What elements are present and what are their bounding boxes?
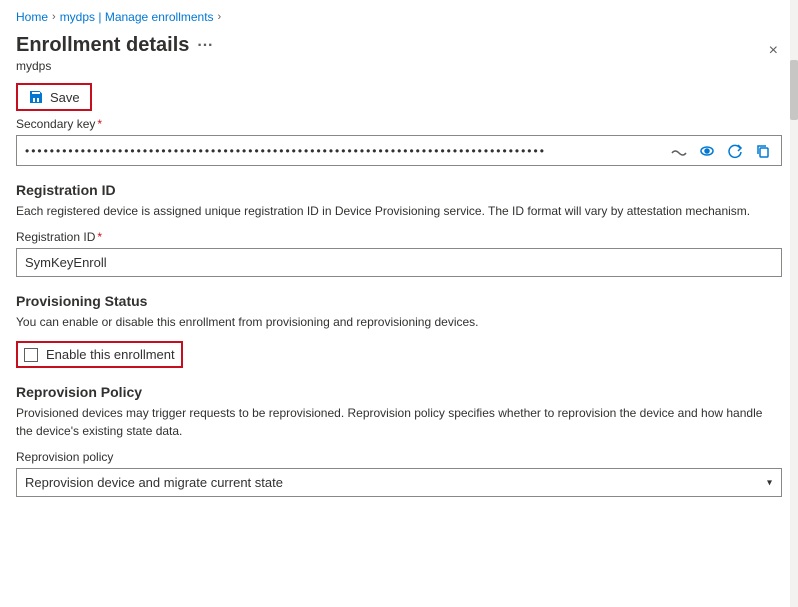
enable-enrollment-checkbox[interactable]	[24, 348, 38, 362]
reprovision-policy-field-group: Reprovision policy Reprovision device an…	[16, 450, 782, 497]
enrollment-details-panel: Home › mydps | Manage enrollments › Enro…	[0, 0, 798, 607]
save-button[interactable]: Save	[16, 83, 92, 111]
field-icons	[669, 140, 773, 161]
provisioning-status-desc: You can enable or disable this enrollmen…	[16, 313, 782, 331]
more-options-icon[interactable]: ···	[197, 37, 213, 55]
reprovision-policy-label: Reprovision policy	[16, 450, 782, 464]
reprovision-policy-section: Reprovision Policy Provisioned devices m…	[16, 384, 782, 497]
reprovision-policy-select[interactable]: Reprovision device and migrate current s…	[16, 468, 782, 497]
content-area: Secondary key* •••••••••••••••••••••••••…	[0, 117, 798, 607]
breadcrumb-home[interactable]: Home	[16, 10, 48, 24]
registration-id-label-text: Registration ID	[16, 230, 95, 244]
secondary-key-value: ••••••••••••••••••••••••••••••••••••••••…	[25, 144, 661, 158]
copy-button[interactable]	[753, 140, 773, 161]
page-subtitle: mydps	[16, 59, 213, 73]
signal-icon-button[interactable]	[669, 140, 689, 161]
page-title-text: Enrollment details	[16, 34, 189, 57]
registration-id-label: Registration ID*	[16, 230, 782, 244]
breadcrumb-section[interactable]: mydps | Manage enrollments	[60, 10, 214, 24]
refresh-button[interactable]	[725, 140, 745, 161]
breadcrumb: Home › mydps | Manage enrollments ›	[0, 0, 798, 30]
signal-icon	[671, 143, 687, 159]
registration-id-section: Registration ID Each registered device i…	[16, 182, 782, 277]
page-title: Enrollment details ···	[16, 34, 213, 57]
save-icon	[28, 89, 44, 105]
scrollbar-track	[790, 0, 798, 607]
reprovision-policy-title: Reprovision Policy	[16, 384, 782, 400]
eye-icon	[699, 143, 715, 159]
reprovision-policy-desc: Provisioned devices may trigger requests…	[16, 404, 782, 440]
registration-id-field-group: Registration ID*	[16, 230, 782, 277]
refresh-icon	[727, 143, 743, 159]
page-header: Enrollment details ··· mydps ×	[0, 30, 798, 77]
registration-id-desc: Each registered device is assigned uniqu…	[16, 202, 782, 220]
secondary-key-group: Secondary key* •••••••••••••••••••••••••…	[16, 117, 782, 166]
scrollbar-thumb	[790, 60, 798, 120]
save-label: Save	[50, 90, 80, 105]
toolbar: Save	[0, 77, 798, 117]
enable-enrollment-group: Enable this enrollment	[16, 341, 782, 368]
show-hide-button[interactable]	[697, 140, 717, 161]
secondary-key-required: *	[97, 117, 102, 131]
registration-id-input[interactable]	[16, 248, 782, 277]
breadcrumb-sep-2: ›	[218, 11, 222, 23]
registration-id-title: Registration ID	[16, 182, 782, 198]
enable-enrollment-checkbox-row[interactable]: Enable this enrollment	[16, 341, 183, 368]
enable-enrollment-label: Enable this enrollment	[46, 347, 175, 362]
bottom-spacer	[16, 509, 782, 549]
provisioning-status-title: Provisioning Status	[16, 293, 782, 309]
close-button[interactable]: ×	[765, 38, 782, 64]
breadcrumb-sep-1: ›	[52, 11, 56, 23]
secondary-key-label: Secondary key*	[16, 117, 782, 131]
registration-id-required: *	[97, 230, 102, 244]
copy-icon	[755, 143, 771, 159]
secondary-key-field: ••••••••••••••••••••••••••••••••••••••••…	[16, 135, 782, 166]
provisioning-status-section: Provisioning Status You can enable or di…	[16, 293, 782, 368]
secondary-key-label-text: Secondary key	[16, 117, 95, 131]
reprovision-policy-dropdown-container: Reprovision device and migrate current s…	[16, 468, 782, 497]
